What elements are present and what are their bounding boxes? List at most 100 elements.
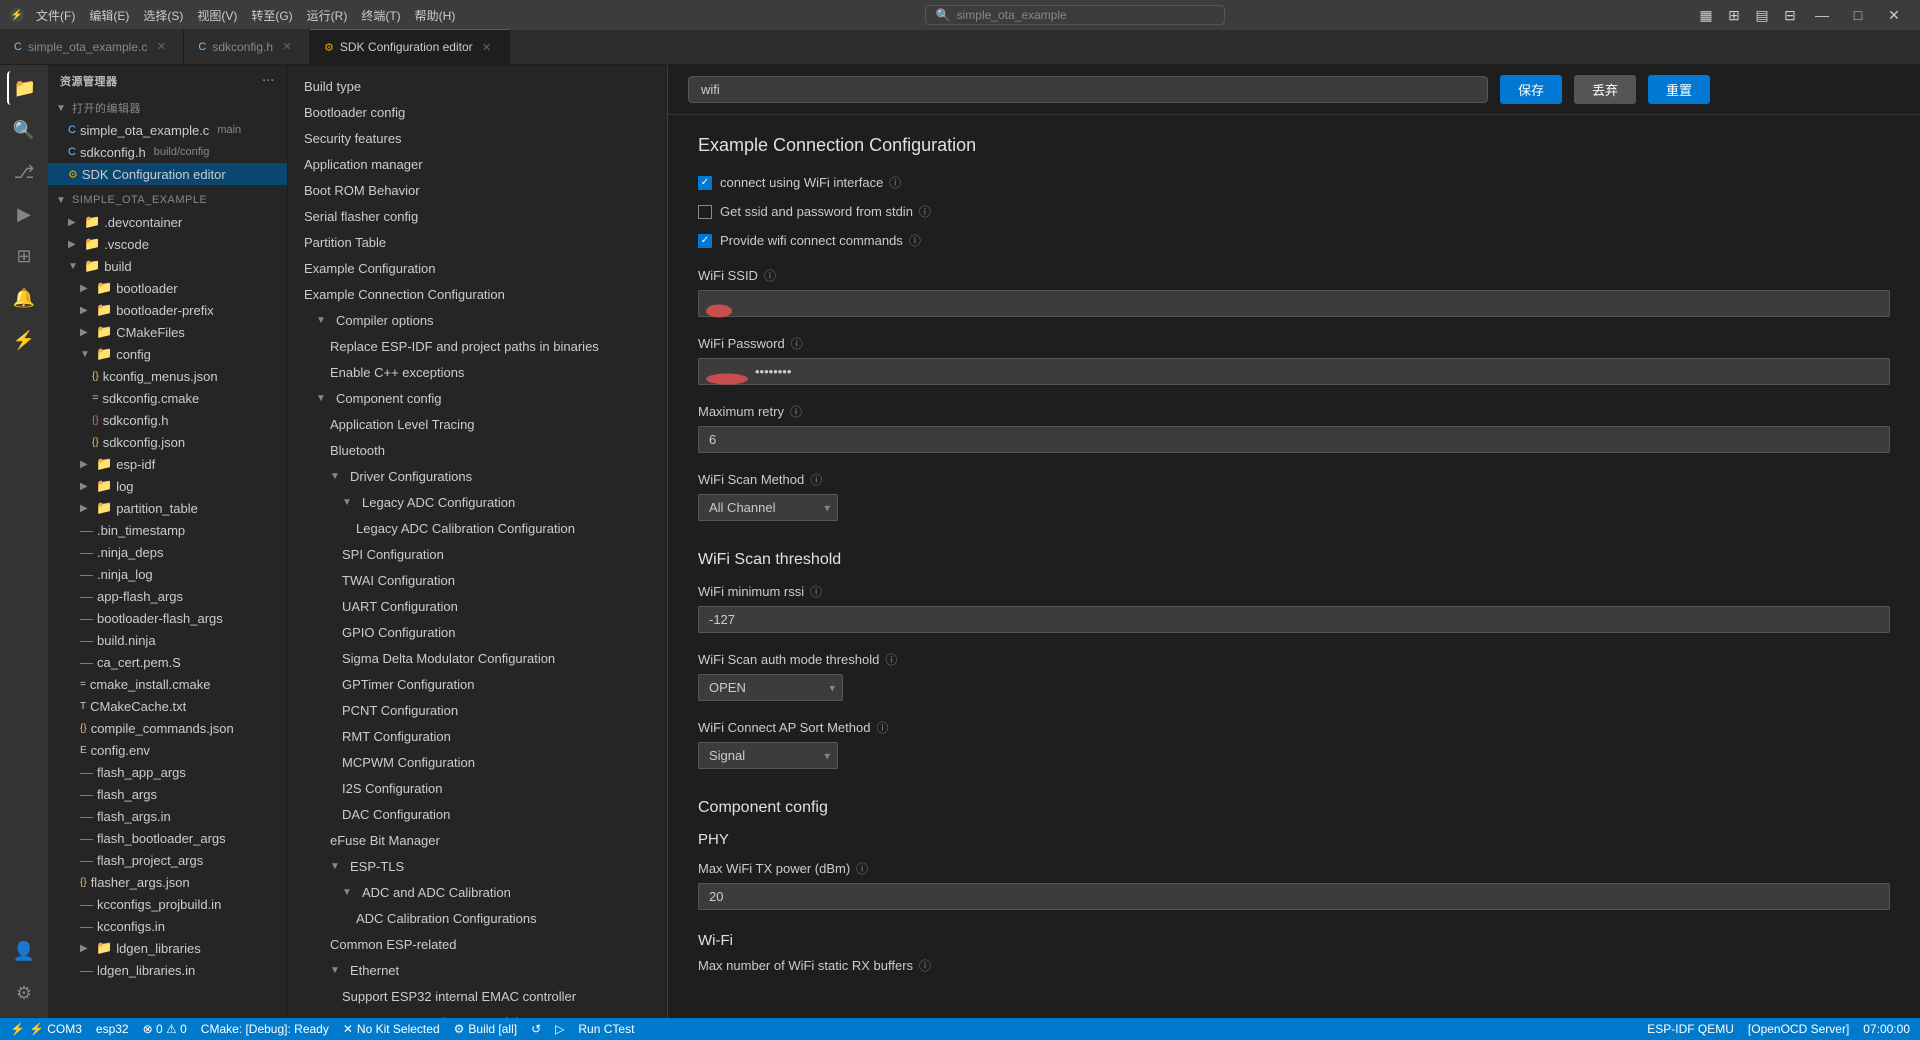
config-twai[interactable]: TWAI Configuration xyxy=(288,567,667,593)
tab-close-simple-ota[interactable]: ✕ xyxy=(153,39,169,55)
statusbar-run-ctest[interactable]: Run CTest xyxy=(578,1022,634,1036)
file-sdkconfig-h[interactable]: {} sdkconfig.h xyxy=(48,409,287,431)
menu-terminal[interactable]: 终端(T) xyxy=(361,7,400,24)
layout-btn-3[interactable]: ▤ xyxy=(1750,3,1774,27)
config-serial-flasher[interactable]: Serial flasher config xyxy=(288,203,667,229)
tab-sdk-config-editor[interactable]: ⚙ SDK Configuration editor ✕ xyxy=(310,29,510,64)
file-flash-app-args[interactable]: — flash_app_args xyxy=(48,761,287,783)
menu-select[interactable]: 选择(S) xyxy=(143,7,183,24)
config-build-type[interactable]: Build type xyxy=(288,73,667,99)
config-pcnt[interactable]: PCNT Configuration xyxy=(288,697,667,723)
folder-bootloader[interactable]: ▶📁 bootloader xyxy=(48,277,287,299)
save-button[interactable]: 保存 xyxy=(1500,75,1562,104)
activity-extensions[interactable]: ⊞ xyxy=(7,239,41,273)
file-flash-args-in[interactable]: — flash_args.in xyxy=(48,805,287,827)
menu-file[interactable]: 文件(F) xyxy=(36,7,75,24)
window-minimize[interactable]: — xyxy=(1806,3,1838,27)
activity-source-control[interactable]: ⎇ xyxy=(7,155,41,189)
config-component-config[interactable]: ▼ Component config xyxy=(288,385,667,411)
info-icon-ssid[interactable]: ⓘ xyxy=(919,203,931,220)
wifi-scan-auth-select[interactable]: OPEN WEP WPA_PSK WPA2_PSK WPA_WPA2_PSK xyxy=(698,674,843,701)
folder-log[interactable]: ▶📁 log xyxy=(48,475,287,497)
window-maximize[interactable]: □ xyxy=(1842,3,1874,27)
config-spi-eth[interactable]: Support SPI to Ethernet Module xyxy=(288,1009,667,1018)
folder-build[interactable]: ▼📁 build xyxy=(48,255,287,277)
file-cmake-install[interactable]: = cmake_install.cmake xyxy=(48,673,287,695)
layout-btn-4[interactable]: ⊟ xyxy=(1778,3,1802,27)
config-bootloader[interactable]: Bootloader config xyxy=(288,99,667,125)
statusbar-no-kit[interactable]: ✕ No Kit Selected xyxy=(343,1022,440,1036)
checkbox-wifi-interface[interactable]: ✓ xyxy=(698,176,712,190)
config-cpp-exceptions[interactable]: Enable C++ exceptions xyxy=(288,359,667,385)
info-icon-tx-power[interactable]: ⓘ xyxy=(856,860,868,877)
info-icon-auth[interactable]: ⓘ xyxy=(885,651,897,668)
config-mcpwm[interactable]: MCPWM Configuration xyxy=(288,749,667,775)
config-ethernet[interactable]: ▼ Ethernet xyxy=(288,957,667,983)
file-flasher-args-json[interactable]: {} flasher_args.json xyxy=(48,871,287,893)
layout-btn-1[interactable]: ▦ xyxy=(1694,3,1718,27)
statusbar-esp-idf-qemu[interactable]: ESP-IDF QEMU xyxy=(1647,1022,1734,1036)
checkbox-wifi-commands[interactable]: ✓ xyxy=(698,234,712,248)
config-dac[interactable]: DAC Configuration xyxy=(288,801,667,827)
file-compile-commands[interactable]: {} compile_commands.json xyxy=(48,717,287,739)
wifi-connect-sort-select[interactable]: Signal Security xyxy=(698,742,838,769)
file-ninja-deps[interactable]: — .ninja_deps xyxy=(48,541,287,563)
file-app-flash-args[interactable]: — app-flash_args xyxy=(48,585,287,607)
config-sigma-delta[interactable]: Sigma Delta Modulator Configuration xyxy=(288,645,667,671)
config-boot-rom[interactable]: Boot ROM Behavior xyxy=(288,177,667,203)
info-icon-rx-buffers[interactable]: ⓘ xyxy=(919,957,931,974)
config-partition-table[interactable]: Partition Table xyxy=(288,229,667,255)
info-icon-wifi[interactable]: ⓘ xyxy=(889,174,901,191)
tab-sdkconfig-h[interactable]: C sdkconfig.h ✕ xyxy=(184,29,310,64)
window-close[interactable]: ✕ xyxy=(1878,3,1910,27)
statusbar-branch[interactable]: ⚡ ⚡ COM3 xyxy=(10,1022,82,1036)
reset-button[interactable]: 重置 xyxy=(1648,75,1710,104)
config-spi[interactable]: SPI Configuration xyxy=(288,541,667,567)
folder-esp-idf[interactable]: ▶📁 esp-idf xyxy=(48,453,287,475)
info-icon-ssid-field[interactable]: ⓘ xyxy=(764,267,776,284)
folder-vscode[interactable]: ▶📁 .vscode xyxy=(48,233,287,255)
config-driver-configs[interactable]: ▼ Driver Configurations xyxy=(288,463,667,489)
activity-search[interactable]: 🔍 xyxy=(7,113,41,147)
info-icon-password[interactable]: ⓘ xyxy=(791,335,803,352)
config-adc-cal[interactable]: ▼ ADC and ADC Calibration xyxy=(288,879,667,905)
config-gpio[interactable]: GPIO Configuration xyxy=(288,619,667,645)
folder-partition-table[interactable]: ▶📁 partition_table xyxy=(48,497,287,519)
tab-simple-ota[interactable]: C simple_ota_example.c ✕ xyxy=(0,29,184,64)
discard-button[interactable]: 丢弃 xyxy=(1574,75,1636,104)
wifi-password-input[interactable] xyxy=(698,358,1890,385)
max-wifi-tx-input[interactable] xyxy=(698,883,1890,910)
file-ca-cert[interactable]: — ca_cert.pem.S xyxy=(48,651,287,673)
activity-extra[interactable]: ⚡ xyxy=(7,323,41,357)
activity-settings[interactable]: ⚙ xyxy=(7,976,41,1010)
wifi-min-rssi-input[interactable] xyxy=(698,606,1890,633)
config-common-esp[interactable]: Common ESP-related xyxy=(288,931,667,957)
statusbar-play[interactable]: ▷ xyxy=(555,1022,564,1036)
config-esp-tls[interactable]: ▼ ESP-TLS xyxy=(288,853,667,879)
statusbar-refresh[interactable]: ↺ xyxy=(531,1022,541,1036)
file-flash-bootloader-args[interactable]: — flash_bootloader_args xyxy=(48,827,287,849)
sdk-search-input[interactable] xyxy=(688,76,1488,103)
file-sdkconfig-json[interactable]: {} sdkconfig.json xyxy=(48,431,287,453)
file-cmakecache[interactable]: T CMakeCache.txt xyxy=(48,695,287,717)
file-flash-args[interactable]: — flash_args xyxy=(48,783,287,805)
project-header[interactable]: ▼ SIMPLE_OTA_EXAMPLE xyxy=(48,189,287,211)
activity-idf[interactable]: 🔔 xyxy=(7,281,41,315)
statusbar-errors[interactable]: ⊗ 0 ⚠ 0 xyxy=(143,1022,187,1036)
activity-explorer[interactable]: 📁 xyxy=(7,71,41,105)
folder-cmakefiles[interactable]: ▶📁 CMakeFiles xyxy=(48,321,287,343)
config-legacy-adc-cal[interactable]: Legacy ADC Calibration Configuration xyxy=(288,515,667,541)
config-efuse[interactable]: eFuse Bit Manager xyxy=(288,827,667,853)
info-icon-min-rssi[interactable]: ⓘ xyxy=(810,583,822,600)
activity-account[interactable]: 👤 xyxy=(7,934,41,968)
statusbar-esp32[interactable]: esp32 xyxy=(96,1022,129,1036)
menu-goto[interactable]: 转至(G) xyxy=(251,7,292,24)
file-flash-project-args[interactable]: — flash_project_args xyxy=(48,849,287,871)
tab-close-sdkconfig-h[interactable]: ✕ xyxy=(279,39,295,55)
file-kconfig-menus[interactable]: {} kconfig_menus.json xyxy=(48,365,287,387)
file-bin-timestamp[interactable]: — .bin_timestamp xyxy=(48,519,287,541)
max-retry-input[interactable] xyxy=(698,426,1890,453)
menu-view[interactable]: 视图(V) xyxy=(197,7,237,24)
config-gptimer[interactable]: GPTimer Configuration xyxy=(288,671,667,697)
checkbox-ssid-stdin[interactable] xyxy=(698,205,712,219)
